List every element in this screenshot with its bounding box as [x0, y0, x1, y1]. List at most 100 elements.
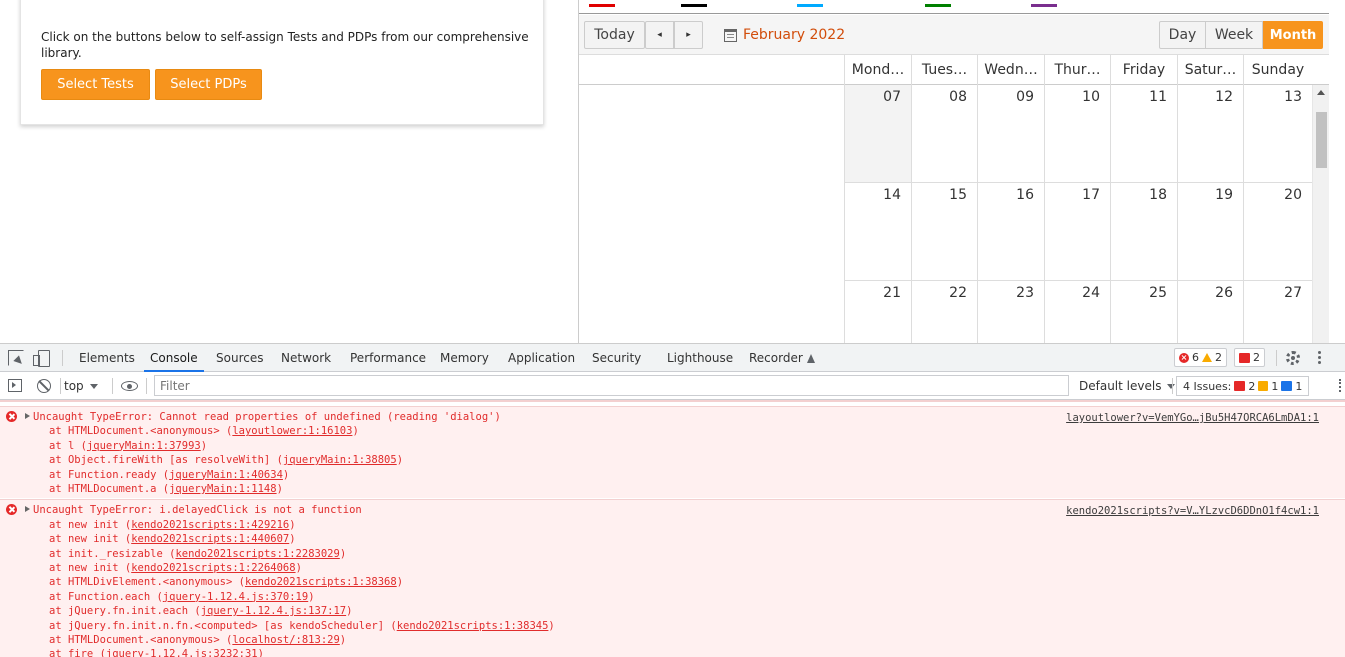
day-cell[interactable]: 27 — [1243, 281, 1312, 343]
day-number[interactable]: 16 — [1016, 187, 1034, 203]
select-tests-button[interactable]: Select Tests — [41, 69, 150, 100]
day-cell[interactable]: 19 — [1177, 183, 1243, 281]
expand-triangle-icon[interactable] — [25, 506, 30, 513]
day-number[interactable]: 20 — [1284, 187, 1302, 203]
day-cell[interactable]: 22 — [911, 281, 977, 343]
day-number[interactable]: 07 — [883, 89, 901, 105]
day-cell[interactable]: 16 — [977, 183, 1044, 281]
tab-network[interactable]: Network — [281, 344, 331, 372]
day-number[interactable]: 26 — [1215, 285, 1233, 301]
day-cell[interactable]: 15 — [911, 183, 977, 281]
scroll-up-icon[interactable] — [1317, 90, 1325, 95]
expand-triangle-icon[interactable] — [25, 413, 30, 419]
tab-console[interactable]: Console — [144, 344, 204, 372]
scrollbar-thumb[interactable] — [1316, 112, 1327, 168]
day-number[interactable]: 25 — [1149, 285, 1167, 301]
tab-sources[interactable]: Sources — [216, 344, 263, 372]
day-cell[interactable]: 23 — [977, 281, 1044, 343]
day-number[interactable]: 13 — [1284, 89, 1302, 105]
stack-frame-link[interactable]: kendo2021scripts:1:2264068 — [131, 562, 295, 574]
stack-frame-link[interactable]: kendo2021scripts:1:2283029 — [175, 548, 339, 560]
day-number[interactable]: 19 — [1215, 187, 1233, 203]
day-number[interactable]: 23 — [1016, 285, 1034, 301]
day-number[interactable]: 11 — [1149, 89, 1167, 105]
stack-frame-link[interactable]: jquery-1.12.4.js:3232:31 — [106, 648, 258, 657]
day-cell[interactable]: 10 — [1044, 85, 1110, 183]
previous-period-button[interactable]: ◂ — [645, 21, 674, 49]
day-number[interactable]: 22 — [949, 285, 967, 301]
day-number[interactable]: 15 — [949, 187, 967, 203]
more-options-icon[interactable] — [1318, 351, 1322, 365]
stack-frame-link[interactable]: jqueryMain:1:40634 — [169, 469, 283, 481]
day-cell[interactable]: 18 — [1110, 183, 1177, 281]
view-month-button[interactable]: Month — [1263, 21, 1323, 49]
error-source-link[interactable]: kendo2021scripts?v=V…YLzvcD6DDnO1f4cw1:1 — [1066, 504, 1319, 518]
error-message[interactable]: Uncaught TypeError: i.delayedClick is no… — [33, 503, 362, 517]
day-number[interactable]: 27 — [1284, 285, 1302, 301]
issues-badge[interactable]: 2 — [1234, 348, 1265, 367]
day-number[interactable]: 12 — [1215, 89, 1233, 105]
console-filter-input[interactable] — [154, 375, 1069, 396]
gear-icon[interactable] — [1286, 351, 1300, 365]
stack-frame-link[interactable]: jquery-1.12.4.js:370:19 — [163, 591, 308, 603]
issues-counter[interactable]: 4 Issues: 2 1 1 — [1176, 376, 1310, 396]
day-cell[interactable]: 09 — [977, 85, 1044, 183]
stack-frame-link[interactable]: kendo2021scripts:1:440607 — [131, 533, 289, 545]
day-cell[interactable]: 26 — [1177, 281, 1243, 343]
day-cell[interactable]: 12 — [1177, 85, 1243, 183]
day-number[interactable]: 10 — [1082, 89, 1100, 105]
day-cell[interactable]: 13 — [1243, 85, 1312, 183]
tab-elements[interactable]: Elements — [79, 344, 135, 372]
stack-frame-link[interactable]: kendo2021scripts:1:429216 — [131, 519, 289, 531]
view-week-button[interactable]: Week — [1205, 21, 1263, 49]
stack-frame-link[interactable]: localhost/:813:29 — [232, 634, 339, 646]
scheduler-scrollbar[interactable] — [1312, 85, 1329, 343]
tab-lighthouse[interactable]: Lighthouse — [667, 344, 733, 372]
stack-frame-link[interactable]: jqueryMain:1:37993 — [87, 440, 201, 452]
day-number[interactable]: 18 — [1149, 187, 1167, 203]
stack-frame-link[interactable]: kendo2021scripts:1:38345 — [397, 620, 549, 632]
stack-frame-link[interactable]: jqueryMain:1:1148 — [169, 483, 276, 495]
stack-frame-link[interactable]: kendo2021scripts:1:38368 — [245, 576, 397, 588]
day-number[interactable]: 08 — [949, 89, 967, 105]
overflow-icon[interactable] — [1339, 379, 1342, 392]
console-counts-badge[interactable]: × 6 2 — [1174, 348, 1227, 367]
day-number[interactable]: 24 — [1082, 285, 1100, 301]
stack-frame-link[interactable]: jqueryMain:1:38805 — [283, 454, 397, 466]
day-number[interactable]: 17 — [1082, 187, 1100, 203]
device-toolbar-icon[interactable] — [33, 350, 50, 367]
stack-frame-link[interactable]: layoutlower:1:16103 — [232, 425, 352, 437]
today-button[interactable]: Today — [584, 21, 645, 49]
next-period-button[interactable]: ▸ — [674, 21, 703, 49]
tab-recorder[interactable]: Recorder — [749, 344, 815, 372]
tab-performance[interactable]: Performance — [350, 344, 426, 372]
log-levels-dropdown[interactable]: Default levels — [1079, 376, 1176, 396]
show-sidebar-icon[interactable] — [8, 379, 22, 392]
day-number[interactable]: 14 — [883, 187, 901, 203]
view-day-button[interactable]: Day — [1159, 21, 1206, 49]
day-cell[interactable]: 07 — [844, 85, 911, 183]
error-source-link[interactable]: layoutlower?v=VemYGo…jBu5H47ORCA6LmDA1:1 — [1066, 411, 1319, 425]
current-period-picker[interactable]: February 2022 — [724, 25, 845, 45]
error-message[interactable]: Uncaught TypeError: Cannot read properti… — [33, 410, 501, 424]
day-cell[interactable]: 08 — [911, 85, 977, 183]
day-cell[interactable]: 25 — [1110, 281, 1177, 343]
divider — [1172, 378, 1173, 394]
stack-frame-link[interactable]: jquery-1.12.4.js:137:17 — [201, 605, 346, 617]
tab-application[interactable]: Application — [508, 344, 575, 372]
day-cell[interactable]: 20 — [1243, 183, 1312, 281]
day-cell[interactable]: 17 — [1044, 183, 1110, 281]
context-selector[interactable]: top — [64, 376, 98, 396]
live-expression-eye-icon[interactable] — [121, 381, 138, 391]
day-cell[interactable]: 24 — [1044, 281, 1110, 343]
day-cell[interactable]: 14 — [844, 183, 911, 281]
inspect-element-icon[interactable] — [8, 350, 24, 366]
day-number[interactable]: 09 — [1016, 89, 1034, 105]
tab-memory[interactable]: Memory — [440, 344, 489, 372]
select-pdps-button[interactable]: Select PDPs — [155, 69, 262, 100]
clear-console-icon[interactable] — [37, 379, 51, 393]
tab-security[interactable]: Security — [592, 344, 641, 372]
day-cell[interactable]: 21 — [844, 281, 911, 343]
day-cell[interactable]: 11 — [1110, 85, 1177, 183]
day-number[interactable]: 21 — [883, 285, 901, 301]
